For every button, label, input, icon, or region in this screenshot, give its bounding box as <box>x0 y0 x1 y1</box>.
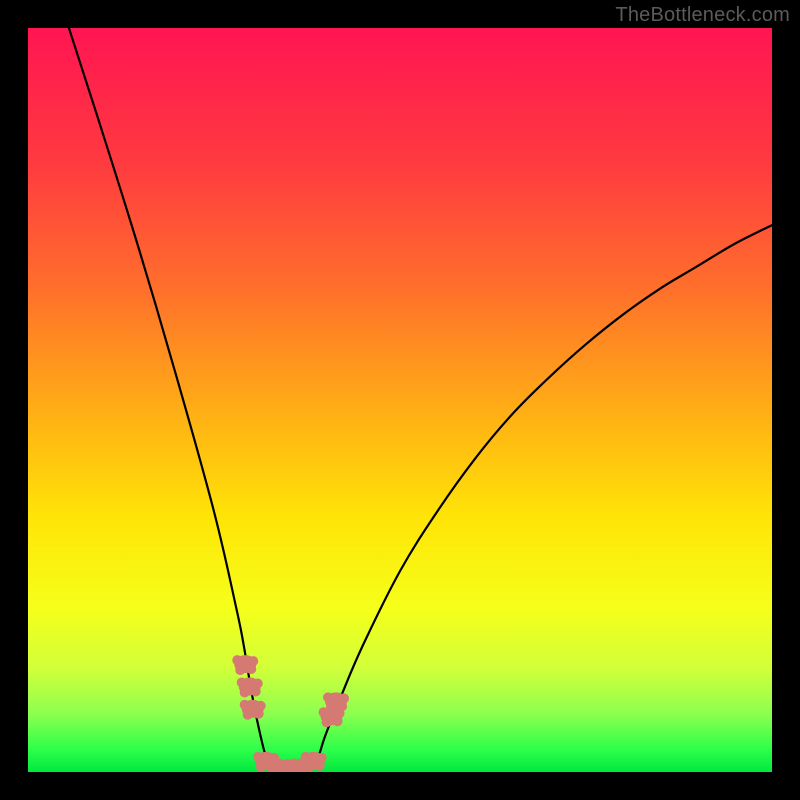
watermark-text: TheBottleneck.com <box>615 4 790 27</box>
chart-frame: TheBottleneck.com <box>0 0 800 800</box>
chart-svg <box>28 28 772 772</box>
chart-background <box>28 28 772 772</box>
plot-area <box>28 28 772 772</box>
